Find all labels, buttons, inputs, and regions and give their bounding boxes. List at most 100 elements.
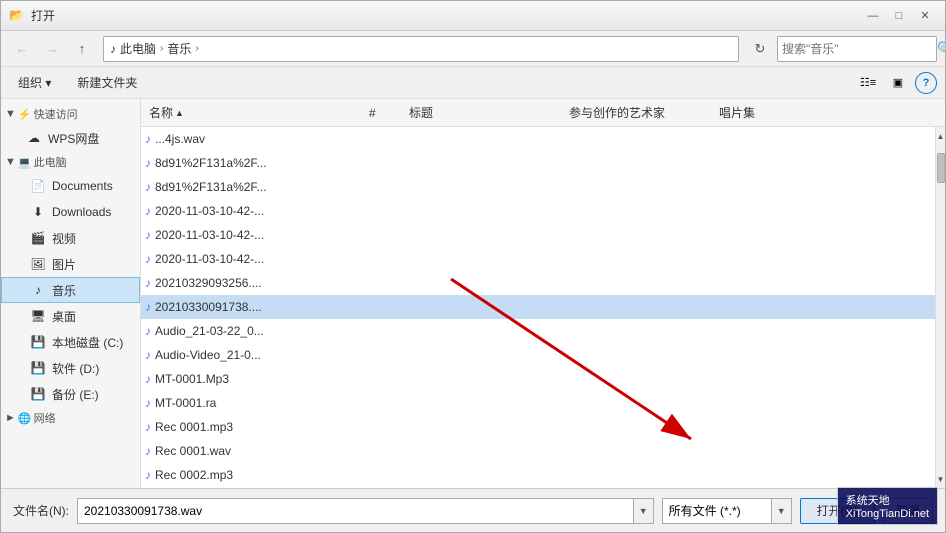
table-row[interactable]: ♪ 2020-11-03-10-42-...	[141, 247, 935, 271]
file-music-icon: ♪	[145, 228, 151, 242]
file-name: 2020-11-03-10-42-...	[155, 228, 264, 242]
breadcrumb[interactable]: ♪ 此电脑 › 音乐 ›	[103, 36, 739, 62]
filetype-dropdown-button[interactable]: ▼	[772, 498, 792, 524]
disk-d-icon: 💾	[30, 360, 46, 376]
table-row[interactable]: ♪ 2020-11-03-10-42-...	[141, 223, 935, 247]
toolbar: ← → ↑ ♪ 此电脑 › 音乐 › ↻ 🔍	[1, 31, 945, 67]
scroll-thumb[interactable]	[937, 153, 945, 183]
filename-input[interactable]	[77, 498, 634, 524]
col-name-header[interactable]: 名称 ▲	[145, 104, 365, 121]
col-title-header[interactable]: 标题	[405, 104, 565, 121]
disk-d-label: 软件 (D:)	[52, 360, 99, 377]
view-button[interactable]: ☷≡	[855, 71, 881, 95]
forward-button[interactable]: →	[39, 36, 65, 62]
window-title: 打开	[31, 7, 55, 24]
minimize-button[interactable]: —	[861, 5, 885, 27]
sidebar-item-pictures[interactable]: 🖼 图片	[1, 251, 140, 277]
table-row[interactable]: ♪ Audio-Video_21-0...	[141, 343, 935, 367]
open-button[interactable]: 打开(O)	[800, 498, 875, 524]
back-button[interactable]: ←	[9, 36, 35, 62]
table-row[interactable]: ♪Audio_21-03-22_0...	[141, 319, 935, 343]
table-row[interactable]: ♪record02 - 2020-... 2 2020/11/11 14:13:…	[141, 487, 935, 488]
new-folder-button[interactable]: 新建文件夹	[68, 71, 146, 95]
file-music-icon: ♪	[145, 324, 151, 338]
vertical-scrollbar[interactable]: ▲ ▼	[935, 127, 945, 488]
table-row[interactable]: ♪Rec 0002.mp3	[141, 463, 935, 487]
command-bar: 组织 ▾ 新建文件夹 ☷≡ ▣ ?	[1, 67, 945, 99]
up-button[interactable]: ↑	[69, 36, 95, 62]
sidebar-header-network[interactable]: ► 🌐 网络	[1, 407, 140, 429]
sidebar-header-this-pc[interactable]: ▼ 💻 此电脑	[1, 151, 140, 173]
pane-button[interactable]: ▣	[885, 71, 911, 95]
breadcrumb-music-icon: ♪	[110, 42, 116, 56]
sidebar-item-documents[interactable]: 📄 Documents	[1, 173, 140, 199]
filetype-select-wrap: ▼	[662, 498, 792, 524]
file-name: Audio-Video_21-0...	[155, 348, 261, 362]
file-name: 8d91%2F131a%2F...	[155, 156, 266, 170]
file-name: 2020-11-03-10-42-...	[155, 252, 264, 266]
table-row-selected[interactable]: ♪ 20210330091738....	[141, 295, 935, 319]
file-music-icon: ♪	[145, 300, 151, 314]
refresh-button[interactable]: ↻	[747, 36, 773, 62]
downloads-icon: ⬇	[30, 204, 46, 220]
search-input[interactable]	[782, 42, 937, 56]
search-bar: 🔍	[777, 36, 937, 62]
file-music-icon: ♪	[145, 348, 151, 362]
filename-label: 文件名(N):	[13, 502, 69, 519]
sidebar-item-backup-e[interactable]: 💾 备份 (E:)	[1, 381, 140, 407]
table-row[interactable]: ♪2020-11-03-10-42-...	[141, 199, 935, 223]
column-header: 名称 ▲ # 标题 参与创作的艺术家 唱片集	[141, 99, 945, 127]
cancel-button[interactable]: 取消	[883, 498, 933, 524]
sidebar-header-quick-access[interactable]: ▼ ⚡ 快速访问	[1, 103, 140, 125]
sidebar-item-videos[interactable]: 🎬 视频	[1, 225, 140, 251]
file-music-icon: ♪	[145, 204, 151, 218]
filename-dropdown-button[interactable]: ▼	[634, 498, 654, 524]
sidebar-item-wps-cloud[interactable]: ☁ WPS网盘	[1, 125, 140, 151]
file-music-icon: ♪	[145, 420, 151, 434]
scroll-up-arrow[interactable]: ▲	[936, 129, 946, 143]
pictures-label: 图片	[52, 256, 76, 273]
table-row[interactable]: ♪Rec 0001.wav	[141, 439, 935, 463]
file-music-icon: ♪	[145, 444, 151, 458]
sidebar-item-local-disk-c[interactable]: 💾 本地磁盘 (C:)	[1, 329, 140, 355]
col-album-header[interactable]: 唱片集	[715, 104, 835, 121]
sidebar-item-software-d[interactable]: 💾 软件 (D:)	[1, 355, 140, 381]
file-music-icon: ♪	[145, 252, 151, 266]
table-row[interactable]: ♪Rec 0001.mp3	[141, 415, 935, 439]
title-controls: — □ ✕	[861, 5, 937, 27]
file-name: 8d91%2F131a%2F...	[155, 180, 266, 194]
file-name: ...4js.wav	[155, 132, 205, 146]
desktop-label: 桌面	[52, 308, 76, 325]
sidebar-item-downloads[interactable]: ⬇ Downloads	[1, 199, 140, 225]
breadcrumb-this-pc: 此电脑	[120, 40, 156, 57]
table-row[interactable]: ♪MT-0001.ra	[141, 391, 935, 415]
window-icon: 📂	[9, 8, 25, 24]
close-button[interactable]: ✕	[913, 5, 937, 27]
help-button[interactable]: ?	[915, 72, 937, 94]
wps-cloud-icon: ☁	[26, 130, 42, 146]
table-row[interactable]: ♪...4js.wav	[141, 127, 935, 151]
this-pc-label: 此电脑	[34, 154, 67, 170]
col-name-label: 名称	[149, 104, 173, 121]
search-button[interactable]: 🔍	[937, 39, 946, 59]
main-window: 📂 打开 — □ ✕ ← → ↑ ♪ 此电脑 › 音乐 › ↻ 🔍 组织 ▾ 新…	[0, 0, 946, 533]
scroll-down-arrow[interactable]: ▼	[936, 472, 946, 486]
sidebar-item-music[interactable]: ♪ 音乐	[1, 277, 140, 303]
col-artist-header[interactable]: 参与创作的艺术家	[565, 104, 715, 121]
table-row[interactable]: ♪MT-0001.Mp3	[141, 367, 935, 391]
table-row[interactable]: ♪8d91%2F131a%2F...	[141, 151, 935, 175]
col-num-header[interactable]: #	[365, 106, 405, 120]
file-name: 20210329093256....	[155, 276, 262, 290]
desktop-icon: 🖥	[30, 308, 46, 324]
organize-button[interactable]: 组织 ▾	[9, 71, 60, 95]
table-row[interactable]: ♪20210329093256....	[141, 271, 935, 295]
title-bar-left: 📂 打开	[9, 7, 55, 24]
downloads-label: Downloads	[52, 205, 111, 219]
file-name: 20210330091738....	[155, 300, 262, 314]
sidebar-item-desktop[interactable]: 🖥 桌面	[1, 303, 140, 329]
filetype-input[interactable]	[662, 498, 772, 524]
this-pc-icon: 💻	[18, 156, 32, 169]
maximize-button[interactable]: □	[887, 5, 911, 27]
quick-access-icon: ⚡	[18, 108, 32, 121]
table-row[interactable]: ♪8d91%2F131a%2F...	[141, 175, 935, 199]
